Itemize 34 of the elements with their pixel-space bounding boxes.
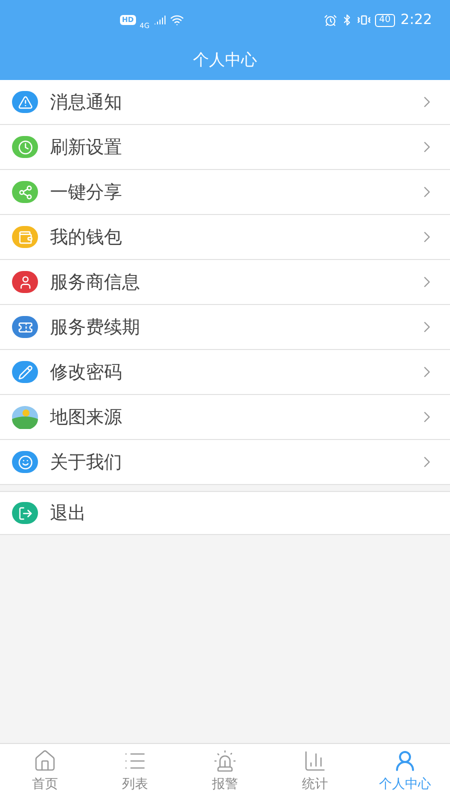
menu-item[interactable]: 我的钱包 (0, 215, 450, 260)
home-icon (33, 749, 57, 774)
menu-label: 服务商信息 (50, 270, 140, 294)
bar-chart-icon (303, 749, 327, 774)
menu-item[interactable]: 服务商信息 (0, 260, 450, 305)
clock-time: 2:22 (400, 10, 432, 30)
menu-label: 一键分享 (50, 180, 122, 204)
menu-label: 服务费续期 (50, 316, 140, 340)
menu-item[interactable]: 刷新设置 (0, 125, 450, 170)
menu-label: 刷新设置 (50, 136, 122, 160)
menu-label: 我的钱包 (50, 226, 122, 250)
logout-label: 退出 (50, 502, 86, 526)
logout-item[interactable]: 退出 (0, 491, 450, 535)
menu-item[interactable]: 地图来源 (0, 395, 450, 440)
nav-tab[interactable]: 统计 (270, 744, 360, 800)
menu-label: 关于我们 (50, 450, 122, 474)
menu-item[interactable]: 服务费续期 (0, 305, 450, 350)
menu-label: 地图来源 (50, 406, 122, 430)
menu-item[interactable]: 关于我们 (0, 440, 450, 485)
menu-label: 消息通知 (50, 90, 122, 114)
nav-tab[interactable]: 列表 (90, 744, 180, 800)
menu-item[interactable]: 一键分享 (0, 170, 450, 215)
menu-label: 修改密码 (50, 360, 122, 384)
nav-tab[interactable]: 报警 (180, 744, 270, 800)
page-title: 个人中心 (193, 49, 257, 71)
alarm-icon (324, 14, 338, 26)
vibrate-icon (357, 13, 372, 27)
menu-item[interactable]: 消息通知 (0, 80, 450, 125)
battery-indicator: 40 (375, 14, 395, 26)
menu-item[interactable]: 修改密码 (0, 350, 450, 395)
nav-tab[interactable]: 首页 (0, 744, 90, 800)
person-icon (393, 749, 417, 774)
wifi-icon (170, 13, 184, 27)
siren-icon (213, 749, 237, 774)
